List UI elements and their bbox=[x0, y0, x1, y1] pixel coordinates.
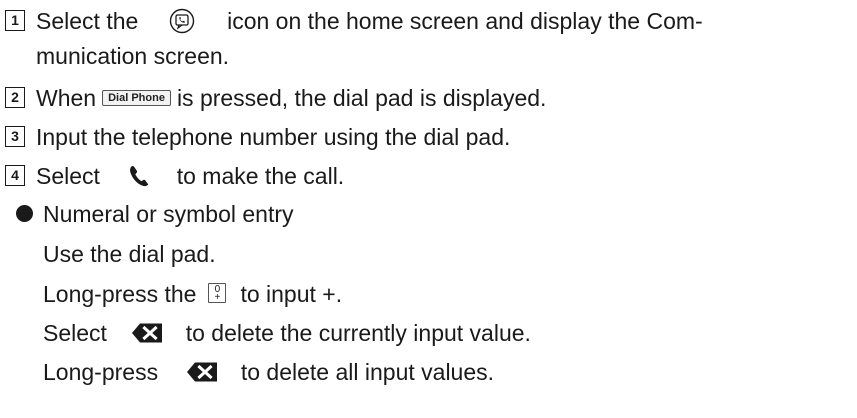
note-line-1-text: Use the dial pad. bbox=[43, 241, 216, 267]
zero-plus-key-bottom: + bbox=[214, 291, 221, 303]
step-2-text-before: When bbox=[36, 85, 97, 111]
step-4-text: Select to make the call. bbox=[36, 162, 344, 190]
step-4-text-after: to make the call. bbox=[176, 163, 345, 189]
note-line-2-before: Long-press the bbox=[43, 281, 197, 307]
phone-handset-icon[interactable] bbox=[128, 164, 150, 188]
backspace-delete-icon[interactable] bbox=[186, 361, 218, 383]
step-1-text-after: icon on the home screen and display the … bbox=[227, 8, 703, 34]
step-2-text-after: is pressed, the dial pad is displayed. bbox=[176, 85, 547, 111]
bullet-icon bbox=[16, 205, 33, 222]
step-number-1: 1 bbox=[5, 10, 25, 31]
note-line-3-before: Select bbox=[43, 320, 107, 346]
communication-icon bbox=[169, 8, 195, 34]
step-1-text-line2: munication screen. bbox=[36, 43, 230, 69]
note-line-2-text: Long-press the 0 + to input +. bbox=[43, 280, 342, 308]
step-number-4: 4 bbox=[5, 165, 25, 186]
step-4-text-before: Select bbox=[36, 163, 100, 189]
backspace-delete-icon[interactable] bbox=[131, 322, 163, 344]
note-line-3-after: to delete the currently input value. bbox=[185, 320, 531, 346]
step-1-text-before: Select the bbox=[36, 8, 139, 34]
zero-plus-key[interactable]: 0 + bbox=[208, 282, 227, 303]
note-line-2-after: to input +. bbox=[240, 281, 343, 307]
step-number-3: 3 bbox=[5, 126, 25, 147]
instruction-document: 1 Select the icon on the home screen and… bbox=[0, 0, 857, 418]
step-1-text: Select the icon on the home screen and d… bbox=[36, 7, 703, 36]
step-2-text: When Dial Phone is pressed, the dial pad i… bbox=[36, 84, 546, 112]
dial-phone-button[interactable]: Dial Phone bbox=[102, 89, 171, 106]
note-line-4-text: Long-press to delete all input values. bbox=[43, 358, 494, 386]
note-heading: Numeral or symbol entry bbox=[43, 201, 294, 227]
note-line-3-text: Select to delete the currently input val… bbox=[43, 319, 531, 347]
step-3-text: Input the telephone number using the dia… bbox=[36, 124, 511, 150]
note-line-4-after: to delete all input values. bbox=[240, 359, 495, 385]
step-number-2: 2 bbox=[5, 87, 25, 108]
note-line-4-before: Long-press bbox=[43, 359, 159, 385]
